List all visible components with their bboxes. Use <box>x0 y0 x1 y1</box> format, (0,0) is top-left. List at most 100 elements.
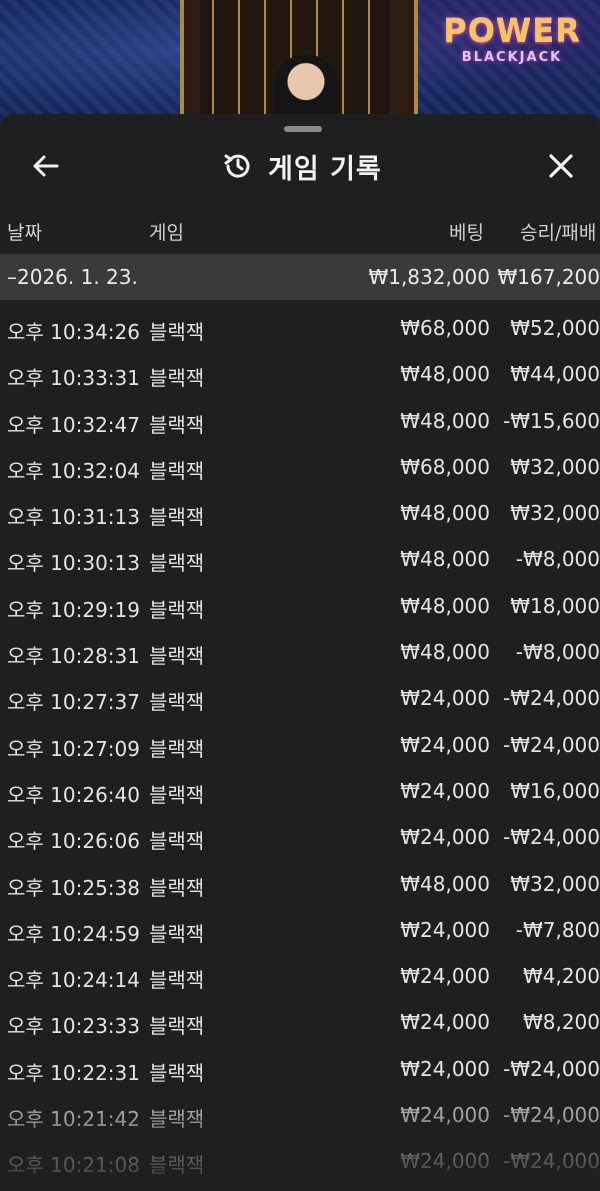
brand-logo: POWER BLACKJACK <box>442 12 582 82</box>
row-bet: ₩24,000 <box>400 917 490 942</box>
row-bet: ₩24,000 <box>400 1103 490 1128</box>
game-history-sheet: 게임 기록 날짜 게임 베팅 승리/패배 –2026. 1. 23. ₩1,83… <box>0 114 600 1191</box>
history-row[interactable]: 오후 10:24:59 블랙잭 ₩24,000 -₩7,800 <box>0 906 600 952</box>
row-win-loss: ₩18,000 <box>510 593 600 618</box>
row-game: 블랙잭 <box>149 320 205 344</box>
row-bet: ₩48,000 <box>400 871 490 896</box>
history-row[interactable]: 오후 10:27:37 블랙잭 ₩24,000 -₩24,000 <box>0 674 600 720</box>
row-win-loss: -₩7,800 <box>515 917 600 942</box>
row-game: 블랙잭 <box>149 968 205 993</box>
row-time: 오후 10:23:33 <box>7 1014 140 1039</box>
row-time: 오후 10:31:13 <box>7 505 140 530</box>
row-bet: ₩24,000 <box>400 686 490 711</box>
history-row[interactable]: 오후 10:23:33 블랙잭 ₩24,000 ₩8,200 <box>0 998 600 1044</box>
row-game: 블랙잭 <box>149 1060 205 1085</box>
row-bet: ₩48,000 <box>400 362 490 387</box>
row-time: 오후 10:32:47 <box>7 412 140 437</box>
history-row[interactable]: 오후 10:26:40 블랙잭 ₩24,000 ₩16,000 <box>0 767 600 813</box>
summary-win-loss-total: ₩167,200 <box>497 265 600 289</box>
history-row[interactable]: 오후 10:21:08 블랙잭 ₩24,000 -₩24,000 <box>0 1137 600 1183</box>
row-game: 블랙잭 <box>149 1107 205 1132</box>
row-game: 블랙잭 <box>149 597 205 622</box>
row-game: 블랙잭 <box>149 366 205 391</box>
row-game: 블랙잭 <box>149 782 205 807</box>
summary-date: –2026. 1. 23. <box>7 265 138 289</box>
row-time: 오후 10:26:40 <box>7 782 140 807</box>
row-time: 오후 10:27:37 <box>7 690 140 715</box>
row-time: 오후 10:29:19 <box>7 597 140 622</box>
row-bet: ₩24,000 <box>400 1056 490 1081</box>
row-bet: ₩48,000 <box>400 501 490 526</box>
row-time: 오후 10:28:31 <box>7 644 140 669</box>
row-time: 오후 10:24:59 <box>7 921 140 946</box>
row-time: 오후 10:21:42 <box>7 1107 140 1132</box>
row-game: 블랙잭 <box>149 736 205 761</box>
sheet-title-text: 게임 기록 <box>268 153 382 185</box>
history-list: 오후 10:34:26 블랙잭 ₩68,000 ₩52,000 오후 10:33… <box>0 304 600 1184</box>
history-row[interactable]: 오후 10:32:04 블랙잭 ₩68,000 ₩32,000 <box>0 443 600 489</box>
row-win-loss: ₩32,000 <box>510 871 600 896</box>
row-time: 오후 10:25:38 <box>7 875 140 900</box>
row-win-loss: -₩15,600 <box>503 408 600 433</box>
sheet-header: 게임 기록 <box>0 134 600 194</box>
row-time: 오후 10:21:08 <box>7 1153 140 1178</box>
row-bet: ₩68,000 <box>400 316 490 340</box>
row-time: 오후 10:33:31 <box>7 366 140 391</box>
history-row[interactable]: 오후 10:34:26 블랙잭 ₩68,000 ₩52,000 <box>0 304 600 350</box>
history-row[interactable]: 오후 10:28:31 블랙잭 ₩48,000 -₩8,000 <box>0 628 600 674</box>
row-game: 블랙잭 <box>149 644 205 669</box>
row-game: 블랙잭 <box>149 412 205 437</box>
row-win-loss: ₩8,200 <box>522 1010 600 1035</box>
row-game: 블랙잭 <box>149 551 205 576</box>
row-win-loss: -₩24,000 <box>503 1103 600 1128</box>
row-bet: ₩24,000 <box>400 825 490 850</box>
column-headers: 날짜 게임 베팅 승리/패배 <box>0 214 600 248</box>
row-game: 블랙잭 <box>149 690 205 715</box>
history-icon <box>224 154 250 178</box>
row-time: 오후 10:26:06 <box>7 829 140 854</box>
row-time: 오후 10:27:09 <box>7 736 140 761</box>
row-bet: ₩24,000 <box>400 732 490 757</box>
row-bet: ₩24,000 <box>400 1010 490 1035</box>
brand-logo-sub: BLACKJACK <box>461 50 563 65</box>
row-win-loss: -₩24,000 <box>503 825 600 850</box>
row-bet: ₩24,000 <box>400 964 490 989</box>
column-header-bet: 베팅 <box>449 222 484 244</box>
row-time: 오후 10:34:26 <box>7 320 140 344</box>
history-row[interactable]: 오후 10:29:19 블랙잭 ₩48,000 ₩18,000 <box>0 582 600 628</box>
close-button[interactable] <box>538 144 584 188</box>
history-row[interactable]: 오후 10:27:09 블랙잭 ₩24,000 -₩24,000 <box>0 721 600 767</box>
history-row[interactable]: 오후 10:32:47 블랙잭 ₩48,000 -₩15,600 <box>0 397 600 443</box>
brand-logo-main: POWER <box>443 12 581 50</box>
live-video-background: POWER BLACKJACK <box>0 0 600 130</box>
row-win-loss: ₩32,000 <box>510 501 600 526</box>
history-row[interactable]: 오후 10:33:31 블랙잭 ₩48,000 ₩44,000 <box>0 350 600 396</box>
close-icon <box>549 154 573 178</box>
row-time: 오후 10:22:31 <box>7 1060 140 1085</box>
row-win-loss: ₩52,000 <box>510 316 600 340</box>
back-button[interactable] <box>22 146 68 186</box>
column-header-date: 날짜 <box>7 222 42 244</box>
sheet-grabber-handle[interactable] <box>284 126 322 132</box>
row-win-loss: -₩8,000 <box>515 640 600 665</box>
row-time: 오후 10:24:14 <box>7 968 140 993</box>
game-screen: POWER BLACKJACK 게임 기록 날짜 게임 베팅 승리/패배 –20… <box>0 0 600 1191</box>
history-row[interactable]: 오후 10:26:06 블랙잭 ₩24,000 -₩24,000 <box>0 813 600 859</box>
row-game: 블랙잭 <box>149 829 205 854</box>
row-game: 블랙잭 <box>149 505 205 530</box>
row-win-loss: -₩24,000 <box>503 686 600 711</box>
row-game: 블랙잭 <box>149 1153 205 1178</box>
history-row[interactable]: 오후 10:21:42 블랙잭 ₩24,000 -₩24,000 <box>0 1091 600 1137</box>
row-game: 블랙잭 <box>149 875 205 900</box>
history-row[interactable]: 오후 10:31:13 블랙잭 ₩48,000 ₩32,000 <box>0 489 600 535</box>
sheet-title: 게임 기록 <box>222 144 382 188</box>
history-row[interactable]: 오후 10:30:13 블랙잭 ₩48,000 -₩8,000 <box>0 535 600 581</box>
row-time: 오후 10:32:04 <box>7 458 140 483</box>
date-summary-row[interactable]: –2026. 1. 23. ₩1,832,000 ₩167,200 <box>0 254 600 300</box>
history-row[interactable]: 오후 10:25:38 블랙잭 ₩48,000 ₩32,000 <box>0 860 600 906</box>
summary-bet-total: ₩1,832,000 <box>368 265 490 289</box>
row-bet: ₩48,000 <box>400 408 490 433</box>
history-row[interactable]: 오후 10:22:31 블랙잭 ₩24,000 -₩24,000 <box>0 1045 600 1091</box>
row-win-loss: ₩32,000 <box>510 454 600 479</box>
history-row[interactable]: 오후 10:24:14 블랙잭 ₩24,000 ₩4,200 <box>0 952 600 998</box>
